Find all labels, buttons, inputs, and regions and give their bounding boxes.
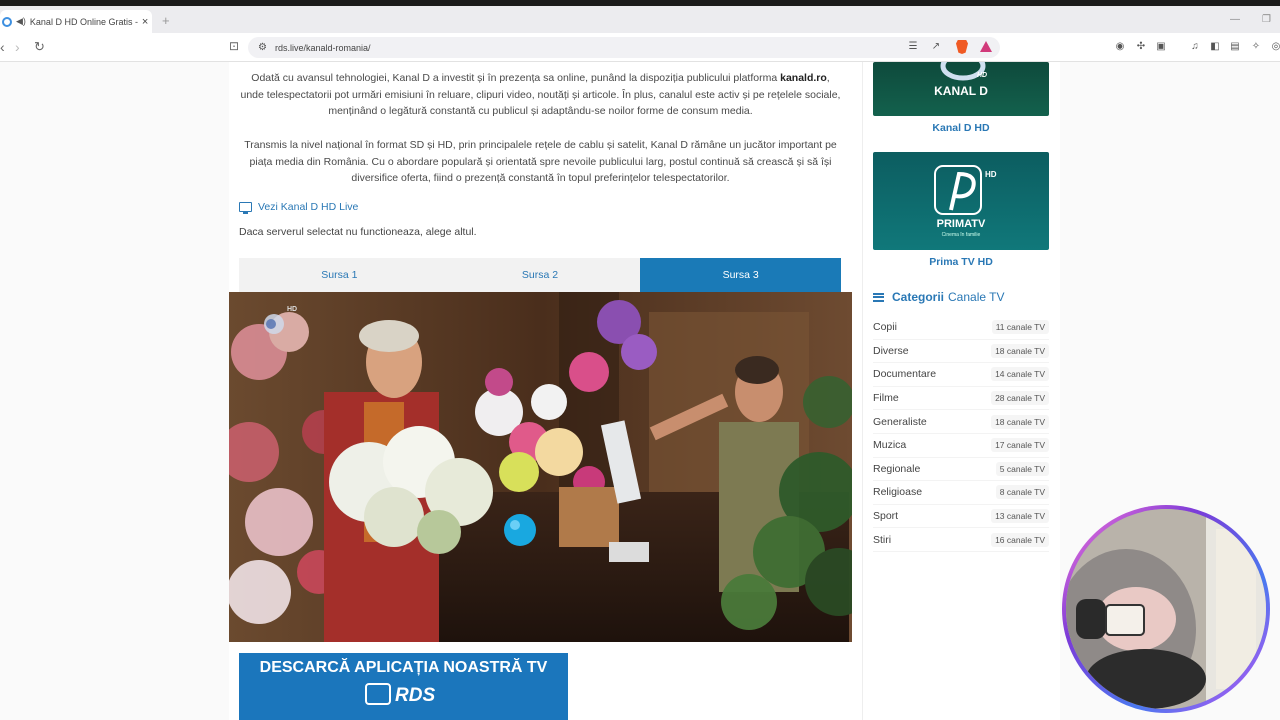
category-name[interactable]: Regionale xyxy=(873,463,920,475)
category-item[interactable]: Stiri 16 canale TV xyxy=(873,528,1049,552)
reload-icon[interactable]: ↻ xyxy=(34,39,45,55)
video-player[interactable]: HD xyxy=(229,292,852,642)
category-item[interactable]: Filme 28 canale TV xyxy=(873,387,1049,411)
category-name[interactable]: Documentare xyxy=(873,368,936,380)
browser-tab[interactable]: ◀) Kanal D HD Online Gratis - RDS × xyxy=(0,10,152,33)
minimize-icon[interactable]: — xyxy=(1230,14,1240,25)
video-frame xyxy=(229,292,852,642)
wallet-panel-icon[interactable]: ▤ xyxy=(1229,41,1241,53)
server-note: Daca serverul selectat nu functioneaza, … xyxy=(239,226,477,238)
kanald-logo-text: KANAL D xyxy=(934,84,988,98)
site-info-icon[interactable]: ⚙ xyxy=(258,42,267,53)
video-watermark: HD xyxy=(287,306,298,313)
tab-sursa-3[interactable]: Sursa 3 xyxy=(640,258,842,292)
channel-name[interactable]: Kanal D HD xyxy=(873,122,1049,134)
channel-card-kanald[interactable]: HD KANAL D Kanal D HD xyxy=(873,62,1049,134)
channel-name[interactable]: Prima TV HD xyxy=(873,256,1049,268)
maximize-icon[interactable]: ❐ xyxy=(1262,14,1271,25)
category-item[interactable]: Religioase 8 canale TV xyxy=(873,481,1049,505)
category-count: 18 canale TV xyxy=(991,343,1049,358)
category-count: 11 canale TV xyxy=(991,320,1049,335)
categories-heading: Categorii Canale TV xyxy=(873,290,1005,304)
category-count: 8 canale TV xyxy=(995,485,1049,500)
tab-sursa-2[interactable]: Sursa 2 xyxy=(440,258,641,292)
media-icon[interactable]: ♫ xyxy=(1189,41,1201,53)
list-icon xyxy=(873,292,884,302)
category-item[interactable]: Copii 11 canale TV xyxy=(873,316,1049,340)
wallet-icon[interactable]: ▣ xyxy=(1155,41,1167,53)
primatv-logo-image[interactable]: HD PRIMATV Cinema în familie xyxy=(873,152,1049,250)
sidebar: HD KANAL D Kanal D HD HD PRIMATV Cinema … xyxy=(862,62,1060,720)
url-text[interactable]: rds.live/kanald-romania/ xyxy=(275,43,371,53)
rds-logo: RDS xyxy=(395,685,436,706)
menu-icon[interactable]: ◎ xyxy=(1270,41,1280,53)
hd-badge: HD xyxy=(977,72,988,79)
category-name[interactable]: Sport xyxy=(873,510,898,522)
category-item[interactable]: Muzica 17 canale TV xyxy=(873,434,1049,458)
category-name[interactable]: Filme xyxy=(873,392,899,404)
primatv-tagline: Cinema în familie xyxy=(941,232,981,238)
tab-sursa-1[interactable]: Sursa 1 xyxy=(239,258,440,292)
category-count: 18 canale TV xyxy=(991,414,1049,429)
tv-icon xyxy=(365,683,391,705)
category-count: 14 canale TV xyxy=(991,367,1049,382)
category-count: 13 canale TV xyxy=(991,509,1049,524)
category-item[interactable]: Sport 13 canale TV xyxy=(873,505,1049,529)
category-name[interactable]: Religioase xyxy=(873,486,922,498)
forward-icon[interactable]: › xyxy=(15,39,20,55)
source-tabs: Sursa 1 Sursa 2 Sursa 3 xyxy=(239,258,842,292)
webcam-person-image xyxy=(1066,509,1266,709)
category-count: 17 canale TV xyxy=(991,438,1049,453)
leo-ai-icon[interactable]: ✧ xyxy=(1250,41,1262,53)
main-content: Odată cu avansul tehnologiei, Kanal D a … xyxy=(229,62,862,720)
category-count: 28 canale TV xyxy=(991,391,1049,406)
extension-icon[interactable]: ◉ xyxy=(1114,41,1126,53)
category-item[interactable]: Diverse 18 canale TV xyxy=(873,340,1049,364)
category-item[interactable]: Generaliste 18 canale TV xyxy=(873,410,1049,434)
article-paragraph-2: Transmis la nivel național în format SD … xyxy=(244,139,837,185)
hd-badge: HD xyxy=(985,170,997,179)
category-item[interactable]: Documentare 14 canale TV xyxy=(873,363,1049,387)
categories-title-rest: Canale TV xyxy=(948,290,1005,304)
categories-title-bold: Categorii xyxy=(892,290,945,304)
primatv-logo-text: PRIMATV xyxy=(936,218,986,230)
paragraph-text: Odată cu avansul tehnologiei, Kanal D a … xyxy=(251,72,781,84)
back-icon[interactable]: ‹ xyxy=(0,39,5,55)
close-tab-icon[interactable]: × xyxy=(142,16,148,28)
new-tab-button[interactable]: + xyxy=(162,13,170,28)
kanald-link[interactable]: kanald.ro xyxy=(780,72,827,84)
category-name[interactable]: Copii xyxy=(873,321,897,333)
kanald-logo-image[interactable]: HD KANAL D xyxy=(873,62,1049,116)
channel-card-primatv[interactable]: HD PRIMATV Cinema în familie Prima TV HD xyxy=(873,152,1049,268)
category-count: 16 canale TV xyxy=(991,532,1049,547)
tab-strip: ◀) Kanal D HD Online Gratis - RDS × + — … xyxy=(0,6,1280,33)
speaker-icon[interactable]: ◀) xyxy=(16,16,26,27)
webcam-overlay xyxy=(1062,505,1270,713)
brave-rewards-icon[interactable] xyxy=(980,41,992,52)
share-icon[interactable]: ↗ xyxy=(930,41,942,53)
category-name[interactable]: Generaliste xyxy=(873,416,927,428)
sidebar-toggle-icon[interactable]: ◧ xyxy=(1209,41,1221,53)
tab-title: Kanal D HD Online Gratis - RDS xyxy=(29,16,138,27)
category-name[interactable]: Muzica xyxy=(873,439,906,451)
reader-mode-icon[interactable]: ☰ xyxy=(907,41,919,53)
article-paragraph-1: Odată cu avansul tehnologiei, Kanal D a … xyxy=(239,70,842,120)
bookmark-icon[interactable]: ⊡ xyxy=(229,39,239,53)
extensions-puzzle-icon[interactable]: ✣ xyxy=(1135,41,1147,53)
monitor-icon xyxy=(239,202,252,214)
category-name[interactable]: Stiri xyxy=(873,534,891,546)
url-bar[interactable]: ⚙ rds.live/kanald-romania/ xyxy=(248,37,1000,58)
watch-live-link[interactable]: Vezi Kanal D HD Live xyxy=(239,201,358,214)
webcam-feed xyxy=(1066,509,1266,709)
category-list: Copii 11 canale TV Diverse 18 canale TV Do… xyxy=(873,316,1049,552)
category-item[interactable]: Regionale 5 canale TV xyxy=(873,458,1049,482)
category-count: 5 canale TV xyxy=(995,461,1049,476)
watch-live-label[interactable]: Vezi Kanal D HD Live xyxy=(258,201,358,213)
app-download-banner[interactable]: DESCARCĂ APLICAȚIA NOASTRĂ TV RDS xyxy=(239,653,568,720)
banner-text: DESCARCĂ APLICAȚIA NOASTRĂ TV xyxy=(259,659,548,676)
site-favicon-icon xyxy=(2,16,12,27)
category-name[interactable]: Diverse xyxy=(873,345,909,357)
address-toolbar: ‹ › ↻ ⊡ ⚙ rds.live/kanald-romania/ ☰ ↗ ◉… xyxy=(0,33,1280,62)
